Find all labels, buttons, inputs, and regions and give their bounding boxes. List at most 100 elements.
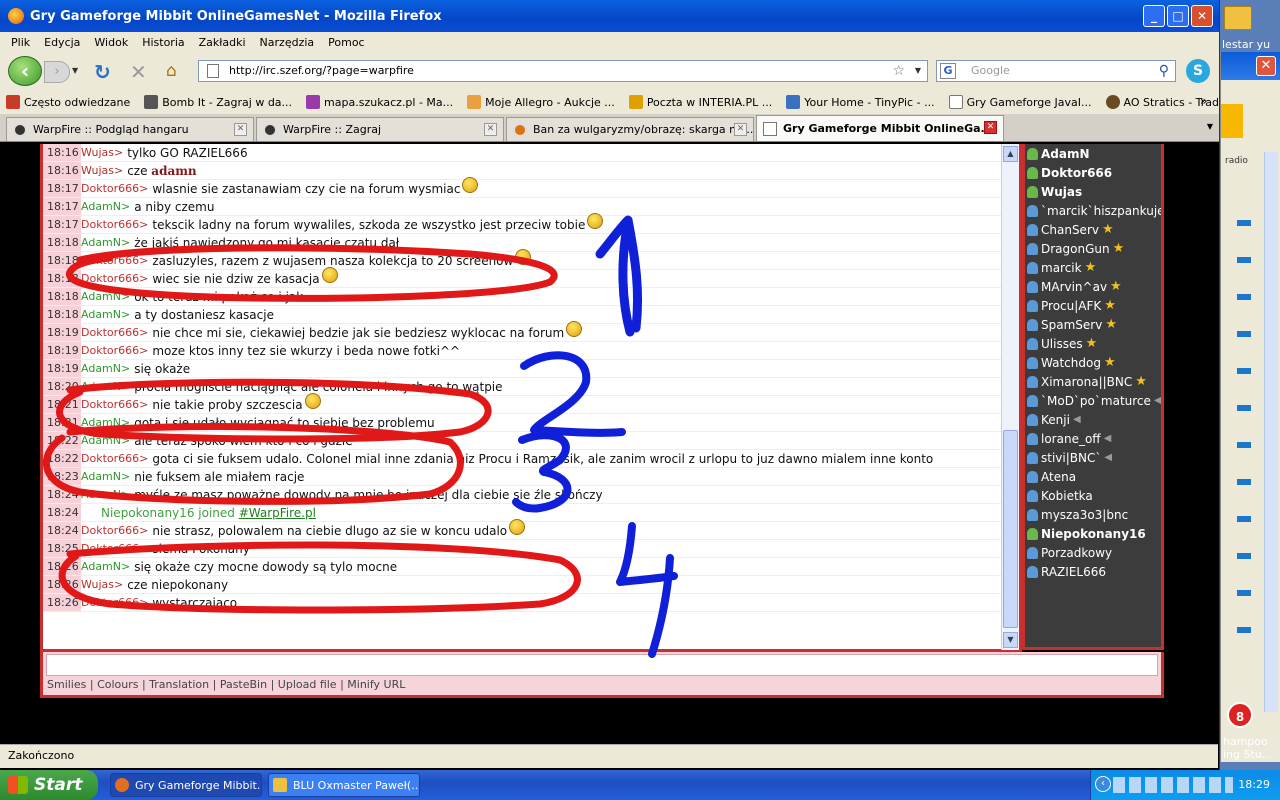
nick[interactable]: Doktor666> <box>81 452 148 465</box>
bookmark-item[interactable]: Gry Gameforge JavaI... <box>948 95 1092 109</box>
tab-close-icon[interactable]: ✕ <box>734 123 747 136</box>
nick[interactable]: AdamN> <box>81 560 130 573</box>
skype-icon[interactable]: S <box>1186 59 1210 83</box>
user-list-item[interactable]: Ulisses ★ <box>1025 334 1161 353</box>
tab-close-icon[interactable]: ✕ <box>234 123 247 136</box>
scroll-down-icon[interactable]: ▼ <box>1003 632 1018 648</box>
nick[interactable]: AdamN> <box>81 470 130 483</box>
back-button[interactable]: ‹ <box>8 56 42 86</box>
clock[interactable]: 18:29 <box>1238 770 1270 800</box>
nick[interactable]: AdamN> <box>81 290 130 303</box>
nick[interactable]: Doktor666> <box>81 596 148 609</box>
nick[interactable]: Doktor666> <box>81 344 148 357</box>
nick[interactable]: Doktor666> <box>81 524 148 537</box>
user-list-item[interactable]: Doktor666 <box>1025 163 1161 182</box>
tab-close-icon[interactable]: ✕ <box>984 121 997 134</box>
user-list-item[interactable]: `marcik`hiszpankuje★ <box>1025 201 1161 220</box>
window-titlebar[interactable]: Gry Gameforge Mibbit OnlineGamesNet - Mo… <box>0 0 1219 32</box>
nick[interactable]: AdamN> <box>81 200 130 213</box>
stop-icon[interactable]: ✕ <box>130 60 147 84</box>
close-button[interactable]: ✕ <box>1191 5 1213 27</box>
nick[interactable]: Doktor666> <box>81 326 148 339</box>
user-list-item[interactable]: `MoD`po`maturce ◀ <box>1025 391 1161 410</box>
folder-icon[interactable] <box>1224 6 1252 30</box>
background-window-close-button[interactable]: ✕ <box>1256 56 1276 76</box>
nick[interactable]: AdamN> <box>81 488 130 501</box>
user-list-item[interactable]: stivi|BNC` ◀ <box>1025 448 1161 467</box>
user-list-item[interactable]: AdamN <box>1025 144 1161 163</box>
search-icon[interactable]: ⚲ <box>1159 61 1169 81</box>
nick[interactable]: Doktor666> <box>81 398 148 411</box>
nick[interactable]: Doktor666> <box>81 254 148 267</box>
nick[interactable]: AdamN> <box>81 416 130 429</box>
tray-icons[interactable] <box>1113 777 1233 793</box>
user-list-item[interactable]: Niepokonany16 <box>1025 524 1161 543</box>
nick[interactable]: Doktor666> <box>81 182 148 195</box>
nick[interactable]: AdamN> <box>81 308 130 321</box>
user-list-item[interactable]: MArvin^av ★ <box>1025 277 1161 296</box>
forward-button[interactable]: › <box>44 61 70 83</box>
channel-link[interactable]: #WarpFire.pl <box>239 506 316 520</box>
tab-ban-complaint[interactable]: Ban za wulgaryzmy/obrazę: skarga na ... ✕ <box>506 117 754 141</box>
nick[interactable]: AdamN> <box>81 236 130 249</box>
search-engine-icon[interactable]: G <box>940 63 956 79</box>
user-list-item[interactable]: Porzadkowy <box>1025 543 1161 562</box>
taskbar-item-messenger[interactable]: BLU Oxmaster Paweł(... <box>268 773 420 797</box>
scroll-thumb[interactable] <box>1003 430 1018 628</box>
user-list-item[interactable]: Procu|AFK ★ <box>1025 296 1161 315</box>
tab-warpfire-play[interactable]: WarpFire :: Zagraj ✕ <box>256 117 504 141</box>
user-list-item[interactable]: lorane_off ◀ <box>1025 429 1161 448</box>
menu-edit[interactable]: Edycja <box>37 36 87 49</box>
url-dropdown-icon[interactable]: ▼ <box>915 61 921 81</box>
menu-tools[interactable]: Narzędzia <box>253 36 322 49</box>
minimize-button[interactable]: _ <box>1143 5 1165 27</box>
nick[interactable]: Wujas> <box>81 146 123 159</box>
user-list-item[interactable]: Ximarona||BNC ★ <box>1025 372 1161 391</box>
bookmark-item[interactable]: Your Home - TinyPic - ... <box>786 95 935 109</box>
bookmark-item[interactable]: Moje Allegro - Aukcje ... <box>467 95 615 109</box>
menu-bookmarks[interactable]: Zakładki <box>192 36 253 49</box>
url-bar[interactable]: http://irc.szef.org/?page=warpfire ☆ ▼ <box>198 60 928 82</box>
home-icon[interactable]: ⌂ <box>166 61 177 81</box>
taskbar-item-firefox[interactable]: Gry Gameforge Mibbit... <box>110 773 262 797</box>
chat-toolbar-links[interactable]: Smilies | Colours | Translation | PasteB… <box>47 678 405 691</box>
tab-close-icon[interactable]: ✕ <box>484 123 497 136</box>
user-list-item[interactable]: ChanServ ★ <box>1025 220 1161 239</box>
tray-expand-icon[interactable]: ‹ <box>1095 776 1111 792</box>
bookmark-item[interactable]: mapa.szukacz.pl - Ma... <box>306 95 453 109</box>
nick[interactable]: Wujas> <box>81 578 123 591</box>
url-text[interactable]: http://irc.szef.org/?page=warpfire <box>229 64 414 77</box>
nick[interactable]: AdamN> <box>81 434 130 447</box>
user-list-item[interactable]: Kobietka <box>1025 486 1161 505</box>
user-list-item[interactable]: Watchdog ★ <box>1025 353 1161 372</box>
user-list-item[interactable]: marcik ★ <box>1025 258 1161 277</box>
user-list-item[interactable]: Wujas <box>1025 182 1161 201</box>
history-dropdown-icon[interactable]: ▼ <box>72 66 78 75</box>
nick[interactable]: Wujas> <box>81 164 123 177</box>
reload-icon[interactable]: ↻ <box>94 60 111 84</box>
chat-scrollbar[interactable]: ▲ ▼ <box>1001 144 1019 650</box>
nick[interactable]: Doktor666> <box>81 272 148 285</box>
nick[interactable]: Doktor666> <box>81 542 148 555</box>
menu-help[interactable]: Pomoc <box>321 36 371 49</box>
start-button[interactable]: Start <box>0 770 98 800</box>
bookmarks-overflow-icon[interactable]: » <box>1200 94 1207 108</box>
tab-list-icon[interactable]: ▼ <box>1207 122 1213 131</box>
user-list-item[interactable]: DragonGun ★ <box>1025 239 1161 258</box>
menu-view[interactable]: Widok <box>87 36 135 49</box>
background-window-scrollbar[interactable] <box>1264 152 1278 712</box>
search-box[interactable]: G Google ⚲ <box>936 60 1176 82</box>
tab-warpfire-hangar[interactable]: WarpFire :: Podgląd hangaru ✕ <box>6 117 254 141</box>
scroll-up-icon[interactable]: ▲ <box>1003 146 1018 162</box>
menu-file[interactable]: Plik <box>4 36 37 49</box>
nick[interactable]: Doktor666> <box>81 218 148 231</box>
user-list-item[interactable]: Kenji ◀ <box>1025 410 1161 429</box>
bookmark-star-icon[interactable]: ☆ <box>892 61 905 81</box>
user-list-item[interactable]: mysza3o3|bnc <box>1025 505 1161 524</box>
tab-mibbit[interactable]: Gry Gameforge Mibbit OnlineGa... ✕ <box>756 115 1004 141</box>
nick[interactable]: AdamN> <box>81 380 130 393</box>
bookmark-item[interactable]: Poczta w INTERIA.PL ... <box>628 95 772 109</box>
chat-input[interactable] <box>46 654 1158 676</box>
nick[interactable]: AdamN> <box>81 362 130 375</box>
user-list-item[interactable]: Atena <box>1025 467 1161 486</box>
